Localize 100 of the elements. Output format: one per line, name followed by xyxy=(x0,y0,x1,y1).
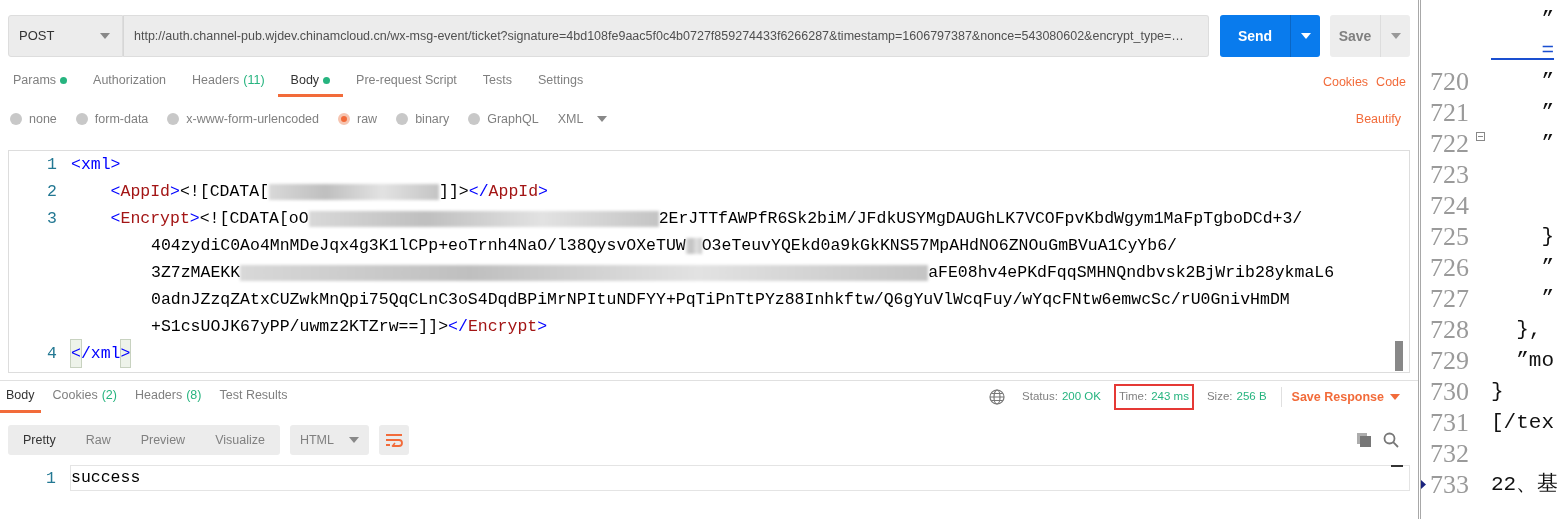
code-text: } xyxy=(1540,223,1554,250)
code-text: 3Z7zMAEKK xyxy=(151,262,241,284)
line-number: 730 xyxy=(1430,377,1469,406)
code-text: ”mo xyxy=(1515,347,1554,374)
globe-icon[interactable] xyxy=(989,389,1006,405)
code-text: > xyxy=(170,181,180,203)
code-text: < xyxy=(110,181,121,203)
redaction-blur xyxy=(685,237,702,254)
search-icon[interactable] xyxy=(1383,432,1399,448)
method-dropdown[interactable]: POST xyxy=(8,15,123,57)
code-text: ” xyxy=(1540,285,1554,312)
code-editor[interactable] xyxy=(8,150,1410,373)
status-dot xyxy=(60,77,68,84)
line-number: 722 xyxy=(1430,129,1469,158)
body-type-option[interactable]: form-data xyxy=(75,109,149,129)
tab-count: (11) xyxy=(243,72,265,90)
response-tab[interactable]: Body xyxy=(0,381,41,413)
code-text: +S1csUOJK67yPP/uwmz2KTZrw==]]> xyxy=(151,316,449,338)
code-text: </ xyxy=(448,316,468,338)
response-tab[interactable]: Headers (8) xyxy=(128,381,208,413)
body-type-option[interactable]: binary xyxy=(396,109,450,129)
code-text: O3eTeuvYQEkd0a9kGkKNS57MpAHdNO6ZNOuGmBVuA1CyYb6/ xyxy=(701,235,1177,257)
radio-button[interactable] xyxy=(468,113,481,125)
radio-button[interactable] xyxy=(10,113,22,125)
code-text: } xyxy=(1491,378,1504,405)
line-number: 721 xyxy=(1430,98,1469,127)
status-value: 243 ms xyxy=(1151,389,1189,405)
format-dropdown[interactable]: XML xyxy=(557,109,608,129)
code-text: > xyxy=(537,316,548,338)
code-text: 22、基 xyxy=(1491,471,1559,498)
status-label: Time: xyxy=(1118,389,1148,405)
request-tab[interactable]: Body xyxy=(277,67,344,97)
bracket-highlight: < xyxy=(71,340,81,367)
response-format-dropdown[interactable]: HTML xyxy=(289,425,369,455)
caret-icon xyxy=(100,33,110,39)
code-text: <xml> xyxy=(71,154,121,176)
line-number: 720 xyxy=(1430,67,1469,96)
response-tab[interactable]: Test Results xyxy=(213,381,294,413)
line-number: 725 xyxy=(1430,222,1469,251)
radio-button[interactable] xyxy=(167,113,180,125)
request-tab[interactable]: Settings xyxy=(525,67,597,97)
tab-count: (2) xyxy=(101,387,117,405)
code-text: > xyxy=(189,208,200,230)
code-text: 0adnJZzqZAtxCUZwkMnQpi75QqCLnC3oS4DqdBPiMrNPItuNDFYY+PqTiPnTtPYz88Inhkftw/Q6gYuVlWcqFuy/wYqcFNtw6emwcSc/rU0GnivHmDM xyxy=(151,289,1290,311)
radio-button[interactable] xyxy=(75,113,88,125)
header-link[interactable]: Cookies xyxy=(1322,72,1369,92)
code-text: < xyxy=(110,208,121,230)
line-number: 726 xyxy=(1430,253,1469,282)
line-number: 723 xyxy=(1430,160,1469,189)
view-mode-tab[interactable]: Preview xyxy=(125,425,201,455)
code-text: /xml xyxy=(80,343,121,365)
line-number: 4 xyxy=(46,343,58,365)
line-number: 728 xyxy=(1430,315,1469,344)
request-tab[interactable]: Params xyxy=(8,67,81,97)
line-number: 724 xyxy=(1430,191,1469,220)
collapse-icon[interactable] xyxy=(1475,131,1485,141)
code-text: ” xyxy=(1540,130,1554,157)
code-text: aFE08hv4ePKdFqqSMHNQndbvsk2BjWrib28ykmaL6 xyxy=(928,262,1335,284)
view-mode-tab[interactable]: Raw xyxy=(70,425,126,455)
body-type-option[interactable]: GraphQL xyxy=(468,109,539,129)
status-label: Status: xyxy=(1022,389,1058,405)
code-text: [/tex xyxy=(1491,409,1554,436)
code-text: </ xyxy=(468,181,489,203)
body-type-option[interactable]: none xyxy=(10,109,57,129)
scrollbar-thumb[interactable] xyxy=(1391,465,1403,467)
bracket-highlight: > xyxy=(120,340,131,367)
body-type-option[interactable]: x-www-form-urlencoded xyxy=(167,109,319,129)
view-mode-tab[interactable]: Visualize xyxy=(200,425,280,455)
line-number: 729 xyxy=(1430,346,1469,375)
line-number: 733 xyxy=(1430,470,1469,499)
request-tab[interactable]: Pre-request Script xyxy=(343,67,470,97)
link-text[interactable]: = xyxy=(1491,34,1554,67)
line-number: 3 xyxy=(46,208,58,230)
response-text: success xyxy=(70,465,1410,491)
view-mode-tab[interactable]: Pretty xyxy=(8,425,71,455)
request-tab[interactable]: Authorization xyxy=(80,67,180,97)
wrap-icon xyxy=(384,433,403,447)
beautify-link[interactable]: Beautify xyxy=(1355,109,1401,129)
code-text: <![CDATA[oO xyxy=(199,208,309,230)
status-dot xyxy=(323,77,331,84)
wrap-lines-button[interactable] xyxy=(378,425,409,455)
caret-icon xyxy=(1390,394,1400,400)
line-number: 2 xyxy=(46,181,58,203)
line-number: 732 xyxy=(1430,439,1469,468)
code-text: <![CDATA[ xyxy=(179,181,270,203)
line-number: 727 xyxy=(1430,284,1469,313)
copy-icon[interactable] xyxy=(1356,432,1372,448)
response-tab[interactable]: Cookies (2) xyxy=(46,381,123,413)
code-text: ” xyxy=(1540,99,1554,126)
radio-button[interactable] xyxy=(338,113,350,125)
request-tab[interactable]: Tests xyxy=(469,67,526,97)
scrollbar-thumb[interactable] xyxy=(1395,341,1403,371)
request-tab[interactable]: Headers (11) xyxy=(179,67,278,97)
save-response-button[interactable]: Save Response xyxy=(1280,386,1406,408)
radio-button[interactable] xyxy=(396,113,409,125)
body-type-option[interactable]: raw xyxy=(338,109,378,129)
url-field[interactable]: http://auth.channel-pub.wjdev.chinamcloud.cn/wx-msg-event/ticket?signature=4bd108fe9aac5f0c4b0727f859274433f6266287&timestamp=1606797387&nonce=543080602&encrypt_type=… xyxy=(123,15,1209,57)
header-link[interactable]: Code xyxy=(1376,72,1406,92)
code-text: Encrypt xyxy=(120,208,190,230)
code-text: ” xyxy=(1540,6,1554,33)
